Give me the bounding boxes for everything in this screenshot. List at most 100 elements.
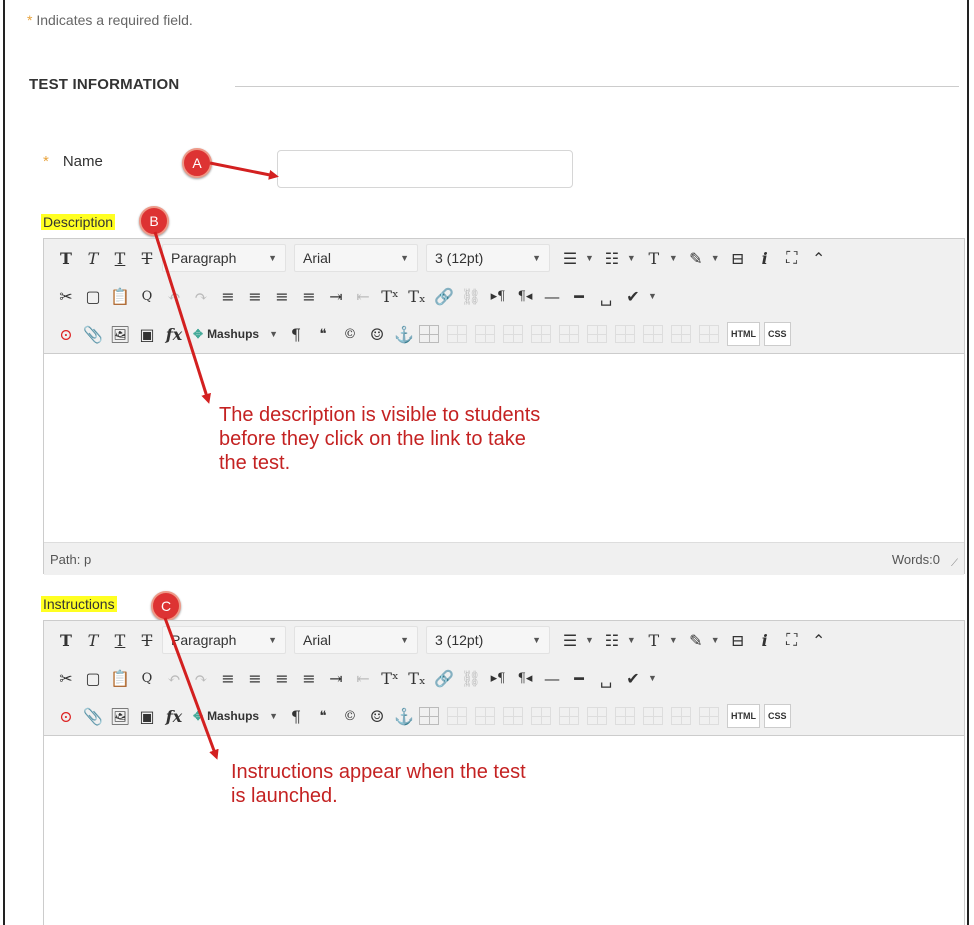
indent-icon[interactable]: ⇥ xyxy=(324,282,348,310)
indent-icon[interactable]: ⇥ xyxy=(324,664,348,692)
copy-icon[interactable]: ▢ xyxy=(81,664,105,692)
redo-icon[interactable]: ↷ xyxy=(189,664,213,692)
html-button[interactable]: HTML xyxy=(727,322,760,346)
math-icon[interactable]: fx xyxy=(162,702,186,730)
align-justify-icon[interactable]: ≡ xyxy=(297,664,321,692)
chevron-down-icon[interactable]: ▼ xyxy=(648,291,657,301)
fullscreen-icon[interactable]: ⛶ xyxy=(780,626,804,654)
find-icon[interactable]: Q xyxy=(135,282,159,310)
table-icon[interactable] xyxy=(419,707,439,725)
align-center-icon[interactable]: ≡ xyxy=(243,664,267,692)
highlight-icon[interactable]: ✎ xyxy=(684,626,708,654)
font-select[interactable]: Arial ▼ xyxy=(294,626,418,654)
image-icon[interactable]: 🖼 xyxy=(108,702,132,730)
split-cells-icon[interactable] xyxy=(671,707,691,725)
paste-icon[interactable]: 📋 xyxy=(108,282,132,310)
chevron-down-icon[interactable]: ▼ xyxy=(269,711,278,721)
chevron-down-icon[interactable]: ▼ xyxy=(627,253,636,263)
emoticon-icon[interactable]: ☺ xyxy=(365,702,389,730)
insert-row-before-icon[interactable] xyxy=(503,325,523,343)
bullet-list-icon[interactable]: ☰ xyxy=(558,626,582,654)
insert-row-after-icon[interactable] xyxy=(531,325,551,343)
emoticon-icon[interactable]: ☺ xyxy=(365,320,389,348)
size-select[interactable]: 3 (12pt) ▼ xyxy=(426,626,550,654)
nonbreaking-space-icon[interactable]: ␣ xyxy=(594,282,618,310)
chevron-down-icon[interactable]: ▼ xyxy=(711,253,720,263)
bold-text-icon[interactable]: T xyxy=(54,626,78,654)
thick-rule-icon[interactable]: ━ xyxy=(567,282,591,310)
redo-icon[interactable]: ↷ xyxy=(189,282,213,310)
copy-icon[interactable]: ▢ xyxy=(81,282,105,310)
superscript-icon[interactable]: Tˣ xyxy=(378,664,402,692)
thick-rule-icon[interactable]: ━ xyxy=(567,664,591,692)
link-icon[interactable]: 🔗 xyxy=(432,664,456,692)
info-icon[interactable]: i xyxy=(753,244,777,272)
numbered-list-icon[interactable]: ☷ xyxy=(600,626,624,654)
insert-row-before-icon[interactable] xyxy=(503,707,523,725)
blockquote-icon[interactable]: ❝ xyxy=(311,702,335,730)
text-color-icon[interactable]: T xyxy=(642,626,666,654)
paste-icon[interactable]: 📋 xyxy=(108,664,132,692)
merge-cells-icon[interactable] xyxy=(699,707,719,725)
html-button[interactable]: HTML xyxy=(727,704,760,728)
css-button[interactable]: CSS xyxy=(764,322,791,346)
delete-col-icon[interactable] xyxy=(643,325,663,343)
cut-icon[interactable]: ✂ xyxy=(54,282,78,310)
cut-icon[interactable]: ✂ xyxy=(54,664,78,692)
chevron-down-icon[interactable]: ▼ xyxy=(648,673,657,683)
insert-col-after-icon[interactable] xyxy=(615,325,635,343)
link-icon[interactable]: 🔗 xyxy=(432,282,456,310)
horizontal-rule-icon[interactable]: — xyxy=(540,664,564,692)
underline-text-icon[interactable]: T xyxy=(108,244,132,272)
subscript-icon[interactable]: Tₓ xyxy=(405,282,429,310)
media-icon[interactable]: ▣ xyxy=(135,320,159,348)
chevron-down-icon[interactable]: ▼ xyxy=(669,635,678,645)
font-select[interactable]: Arial ▼ xyxy=(294,244,418,272)
find-icon[interactable]: Q xyxy=(135,664,159,692)
anchor-icon[interactable]: ⚓ xyxy=(392,702,416,730)
align-left-icon[interactable]: ≡ xyxy=(216,282,240,310)
paragraph-marks-icon[interactable]: ¶ xyxy=(284,702,308,730)
insert-row-after-icon[interactable] xyxy=(531,707,551,725)
mashups-menu[interactable]: ✥ Mashups xyxy=(189,703,263,729)
rtl-icon[interactable]: ¶◂ xyxy=(513,664,537,692)
merge-cells-icon[interactable] xyxy=(699,325,719,343)
align-center-icon[interactable]: ≡ xyxy=(243,282,267,310)
preview-icon[interactable]: ⊟ xyxy=(726,626,750,654)
copyright-icon[interactable]: © xyxy=(338,320,362,348)
mashups-menu[interactable]: ✥ Mashups xyxy=(189,321,263,347)
split-cells-icon[interactable] xyxy=(671,325,691,343)
chevron-down-icon[interactable]: ▼ xyxy=(711,635,720,645)
align-justify-icon[interactable]: ≡ xyxy=(297,282,321,310)
nonbreaking-space-icon[interactable]: ␣ xyxy=(594,664,618,692)
info-icon[interactable]: i xyxy=(753,626,777,654)
delete-row-icon[interactable] xyxy=(559,707,579,725)
text-color-icon[interactable]: T xyxy=(642,244,666,272)
insert-col-before-icon[interactable] xyxy=(587,325,607,343)
strikethrough-text-icon[interactable]: T xyxy=(135,244,159,272)
align-right-icon[interactable]: ≡ xyxy=(270,282,294,310)
table-cell-props-icon[interactable] xyxy=(475,707,495,725)
unlink-icon[interactable]: ⛓ xyxy=(459,664,483,692)
resize-handle-icon[interactable]: ⟋ xyxy=(951,558,958,569)
spellcheck-icon[interactable]: ✔ xyxy=(621,282,645,310)
delete-col-icon[interactable] xyxy=(643,707,663,725)
record-icon[interactable]: ⊙ xyxy=(54,702,78,730)
insert-col-before-icon[interactable] xyxy=(587,707,607,725)
chevron-down-icon[interactable]: ▼ xyxy=(269,329,278,339)
align-left-icon[interactable]: ≡ xyxy=(216,664,240,692)
strikethrough-text-icon[interactable]: T xyxy=(135,626,159,654)
image-icon[interactable]: 🖼 xyxy=(108,320,132,348)
italic-text-icon[interactable]: T xyxy=(81,626,105,654)
delete-row-icon[interactable] xyxy=(559,325,579,343)
math-icon[interactable]: fx xyxy=(162,320,186,348)
preview-icon[interactable]: ⊟ xyxy=(726,244,750,272)
undo-icon[interactable]: ↶ xyxy=(162,664,186,692)
numbered-list-icon[interactable]: ☷ xyxy=(600,244,624,272)
insert-col-after-icon[interactable] xyxy=(615,707,635,725)
table-cell-props-icon[interactable] xyxy=(475,325,495,343)
spellcheck-icon[interactable]: ✔ xyxy=(621,664,645,692)
bold-text-icon[interactable]: T xyxy=(54,244,78,272)
collapse-toolbar-icon[interactable]: ⌃ xyxy=(807,244,831,272)
outdent-icon[interactable]: ⇤ xyxy=(351,664,375,692)
